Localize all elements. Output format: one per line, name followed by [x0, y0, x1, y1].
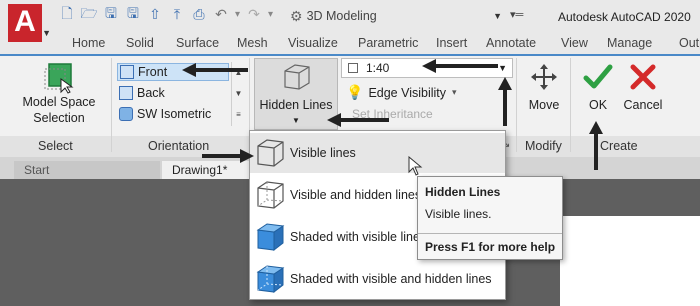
tab-mesh[interactable]: Mesh: [237, 36, 268, 50]
annotation-arrow-icon: [327, 113, 389, 127]
annotation-arrow-icon: [498, 77, 512, 126]
panel-title-create: Create: [600, 139, 638, 153]
lightbulb-icon: 💡: [346, 84, 364, 100]
redo-dropdown-icon[interactable]: ▾: [268, 9, 273, 20]
tab-surface[interactable]: Surface: [176, 36, 219, 50]
undo-dropdown-icon[interactable]: ▾: [235, 9, 240, 20]
hidden-lines-tooltip: Hidden Lines Visible lines. Press F1 for…: [417, 176, 563, 260]
new-file-icon[interactable]: 🗋: [58, 5, 76, 23]
move-button[interactable]: Move: [522, 62, 566, 113]
tab-insert[interactable]: Insert: [436, 36, 467, 50]
tab-annotate[interactable]: Annotate: [486, 36, 536, 50]
front-view-icon: [120, 65, 134, 79]
chevron-down-icon: ▼: [42, 28, 51, 38]
annotation-arrow-icon: [202, 149, 254, 163]
mouse-cursor-icon: [408, 156, 423, 176]
chevron-down-icon: ▾: [452, 87, 457, 97]
publish-icon[interactable]: ⤒: [168, 6, 186, 23]
checkmark-icon: [583, 64, 613, 89]
open-folder-icon[interactable]: 🗁: [80, 5, 98, 23]
ok-label: OK: [588, 98, 608, 112]
panel-divider: [516, 58, 517, 152]
workspace-label: 3D Modeling: [306, 9, 377, 23]
undo-icon[interactable]: ↶: [212, 6, 230, 23]
redo-icon[interactable]: ↷: [245, 6, 263, 23]
back-view-icon: [119, 86, 133, 100]
chevron-down-icon: ▼: [493, 11, 502, 21]
shaded-cube-icon: [256, 223, 285, 252]
gallery-expand-icon[interactable]: ≡: [232, 104, 245, 125]
workspace-switcher[interactable]: ⚙ 3D Modeling ▼: [290, 6, 502, 26]
scale-icon: [348, 63, 358, 73]
menu-item-visible-lines[interactable]: Visible lines: [250, 133, 505, 173]
title-bar: 🗋 🗁 🖫 🖫 ⇧ ⤒ ⎙ ↶ ▾ ↷ ▾ ⚙ 3D Modeling ▼ ▾═…: [0, 0, 700, 34]
application-menu-button[interactable]: A ▼: [8, 4, 51, 42]
menu-item-label: Shaded with visible and hidden lines: [290, 272, 492, 286]
orientation-item-label: Front: [138, 65, 168, 79]
orientation-item-label: Back: [137, 86, 165, 100]
tooltip-description: Visible lines.: [425, 207, 492, 221]
wireframe-cube-icon: [257, 139, 284, 167]
quick-access-toolbar: 🗋 🗁 🖫 🖫 ⇧ ⤒ ⎙ ↶ ▾ ↷ ▾: [58, 5, 274, 23]
tab-solid[interactable]: Solid: [126, 36, 154, 50]
model-space-selection-label-line1: Model Space: [22, 95, 96, 109]
drawing-sheet: [560, 216, 700, 306]
save-icon[interactable]: 🖫: [102, 5, 120, 23]
tab-manage[interactable]: Manage: [607, 36, 652, 50]
chevron-down-icon[interactable]: ▼: [232, 83, 245, 104]
tab-view[interactable]: View: [561, 36, 588, 50]
print-icon[interactable]: ⎙: [190, 6, 208, 23]
close-icon: [630, 64, 656, 90]
cancel-label: Cancel: [623, 98, 663, 112]
tooltip-title: Hidden Lines: [425, 185, 501, 199]
tab-visualize[interactable]: Visualize: [288, 36, 338, 50]
cancel-button[interactable]: Cancel: [618, 62, 668, 113]
move-arrows-icon: [531, 64, 557, 90]
app-title: Autodesk AutoCAD 2020: [558, 10, 691, 24]
model-space-selection-icon: [44, 63, 74, 94]
panel-title-modify: Modify: [525, 139, 562, 153]
model-space-selection-button[interactable]: Model Space Selection: [14, 60, 104, 126]
gear-icon: ⚙: [290, 7, 303, 24]
wireframe-cube-icon: [284, 64, 310, 90]
tooltip-help: Press F1 for more help: [425, 240, 556, 254]
tab-parametric[interactable]: Parametric: [358, 36, 418, 50]
tooltip-divider: [418, 233, 562, 234]
menu-item-shaded-visible-and-hidden-lines[interactable]: Shaded with visible and hidden lines: [250, 259, 505, 299]
annotation-arrow-icon: [182, 63, 248, 77]
customize-toolbar-icon[interactable]: ▾═: [510, 8, 523, 21]
orientation-item-sw-isometric[interactable]: SW Isometric: [117, 105, 229, 123]
panel-divider: [111, 58, 112, 152]
isometric-view-icon: [119, 107, 133, 121]
menu-item-label: Visible and hidden lines: [290, 188, 422, 202]
scale-value: 1:40: [366, 61, 390, 75]
panel-divider: [570, 58, 571, 152]
ribbon-tab-bar: Home Solid Surface Mesh Visualize Parame…: [0, 34, 700, 54]
annotation-arrow-icon: [589, 121, 603, 170]
orientation-item-back[interactable]: Back: [117, 84, 229, 102]
autocad-logo-icon: A: [14, 5, 36, 38]
save-as-icon[interactable]: 🖫: [124, 5, 142, 23]
move-label: Move: [528, 98, 560, 112]
tab-output[interactable]: Outp: [679, 36, 700, 50]
edge-visibility-button[interactable]: 💡 Edge Visibility ▾: [346, 84, 457, 101]
panel-title-select: Select: [38, 139, 73, 153]
export-icon[interactable]: ⇧: [146, 6, 164, 23]
shaded-hidden-cube-icon: [256, 265, 285, 294]
menu-item-label: Shaded with visible lines: [290, 230, 427, 244]
annotation-arrow-icon: [422, 59, 498, 73]
edge-visibility-label: Edge Visibility: [368, 85, 447, 100]
hidden-lines-label: Hidden Lines: [259, 98, 333, 112]
menu-item-label: Visible lines: [290, 146, 356, 160]
tab-home[interactable]: Home: [72, 36, 105, 50]
orientation-item-label: SW Isometric: [137, 107, 212, 121]
ok-button[interactable]: OK: [580, 62, 616, 113]
model-space-selection-label-line2: Selection: [33, 111, 85, 125]
hidden-lines-cube-icon: [257, 181, 284, 209]
tab-start[interactable]: Start: [14, 161, 160, 179]
